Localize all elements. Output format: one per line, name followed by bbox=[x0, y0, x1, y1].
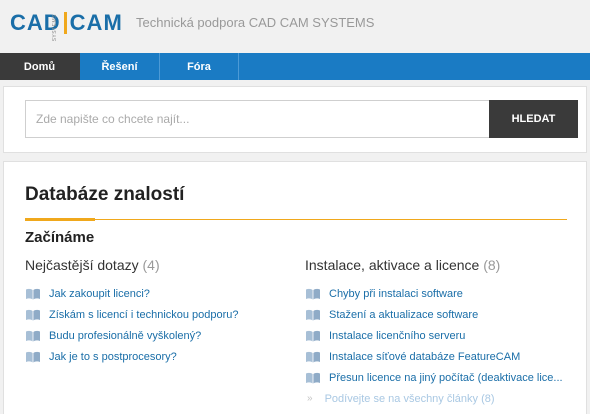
category-heading[interactable]: Instalace, aktivace a licence (8) bbox=[305, 257, 570, 273]
double-chevron-right-icon: » bbox=[307, 393, 313, 404]
article-title: Přesun licence na jiný počítač (deaktiva… bbox=[329, 371, 563, 384]
book-icon bbox=[305, 330, 321, 342]
article-link[interactable]: Stažení a aktualizace software bbox=[305, 304, 570, 325]
article-list: Chyby při instalaci software Stažení a a… bbox=[305, 283, 570, 409]
logo[interactable]: CAD CAM bbox=[10, 10, 123, 36]
category-installation: Instalace, aktivace a licence (8) Chyby … bbox=[305, 257, 570, 409]
site-title: Technická podpora CAD CAM SYSTEMS bbox=[136, 15, 375, 30]
book-icon bbox=[305, 288, 321, 300]
logo-text-cam: CAM bbox=[69, 10, 123, 35]
title-divider-accent bbox=[25, 218, 95, 221]
book-icon bbox=[25, 351, 41, 363]
article-link[interactable]: Budu profesionálně vyškolený? bbox=[25, 325, 285, 346]
nav-item-forums[interactable]: Fóra bbox=[160, 53, 239, 80]
search-button[interactable]: HLEDAT bbox=[489, 100, 578, 138]
nav-item-home[interactable]: Domů bbox=[0, 53, 80, 80]
article-title: Získám s licencí i technickou podporu? bbox=[49, 308, 239, 321]
category-count: (8) bbox=[483, 257, 501, 273]
article-title: Jak je to s postprocesory? bbox=[49, 350, 177, 363]
see-all-label: Podívejte se na všechny články (8) bbox=[324, 392, 495, 405]
book-icon bbox=[305, 309, 321, 321]
article-link[interactable]: Získám s licencí i technickou podporu? bbox=[25, 304, 285, 325]
article-title: Instalace síťové databáze FeatureCAM bbox=[329, 350, 521, 363]
article-link[interactable]: Instalace síťové databáze FeatureCAM bbox=[305, 346, 570, 367]
section-title: Začínáme bbox=[25, 229, 95, 246]
article-link[interactable]: Instalace licenčního serveru bbox=[305, 325, 570, 346]
title-divider bbox=[25, 219, 567, 220]
article-list: Jak zakoupit licenci? Získám s licencí i… bbox=[25, 283, 285, 367]
book-icon bbox=[25, 309, 41, 321]
article-title: Jak zakoupit licenci? bbox=[49, 287, 150, 300]
logo-separator bbox=[63, 12, 67, 34]
nav-item-solutions[interactable]: Řešení bbox=[80, 53, 160, 80]
article-title: Budu profesionálně vyškolený? bbox=[49, 329, 202, 342]
book-icon bbox=[25, 330, 41, 342]
search-input[interactable] bbox=[25, 100, 490, 138]
article-link[interactable]: Chyby při instalaci software bbox=[305, 283, 570, 304]
article-link[interactable]: Přesun licence na jiný počítač (deaktiva… bbox=[305, 367, 570, 388]
logo-subtext: SYSTEMS bbox=[52, 14, 58, 42]
header: CAD CAM SYSTEMS Technická podpora CAD CA… bbox=[0, 0, 590, 53]
category-count: (4) bbox=[142, 257, 160, 273]
article-title: Stažení a aktualizace software bbox=[329, 308, 479, 321]
category-faq: Nejčastější dotazy (4) Jak zakoupit lice… bbox=[25, 257, 285, 367]
article-link[interactable]: Jak zakoupit licenci? bbox=[25, 283, 285, 304]
category-heading[interactable]: Nejčastější dotazy (4) bbox=[25, 257, 285, 273]
knowledge-base-panel: Databáze znalostí Začínáme Nejčastější d… bbox=[3, 161, 587, 414]
article-link[interactable]: Jak je to s postprocesory? bbox=[25, 346, 285, 367]
search-panel: HLEDAT bbox=[3, 86, 587, 153]
article-title: Instalace licenčního serveru bbox=[329, 329, 466, 342]
category-heading-text: Nejčastější dotazy bbox=[25, 257, 139, 273]
book-icon bbox=[305, 372, 321, 384]
see-all-articles-link[interactable]: » Podívejte se na všechny články (8) bbox=[305, 388, 570, 409]
book-icon bbox=[25, 288, 41, 300]
category-heading-text: Instalace, aktivace a licence bbox=[305, 257, 480, 273]
page-title: Databáze znalostí bbox=[25, 184, 185, 205]
book-icon bbox=[305, 351, 321, 363]
article-title: Chyby při instalaci software bbox=[329, 287, 463, 300]
main-nav: Domů Řešení Fóra bbox=[0, 53, 590, 80]
